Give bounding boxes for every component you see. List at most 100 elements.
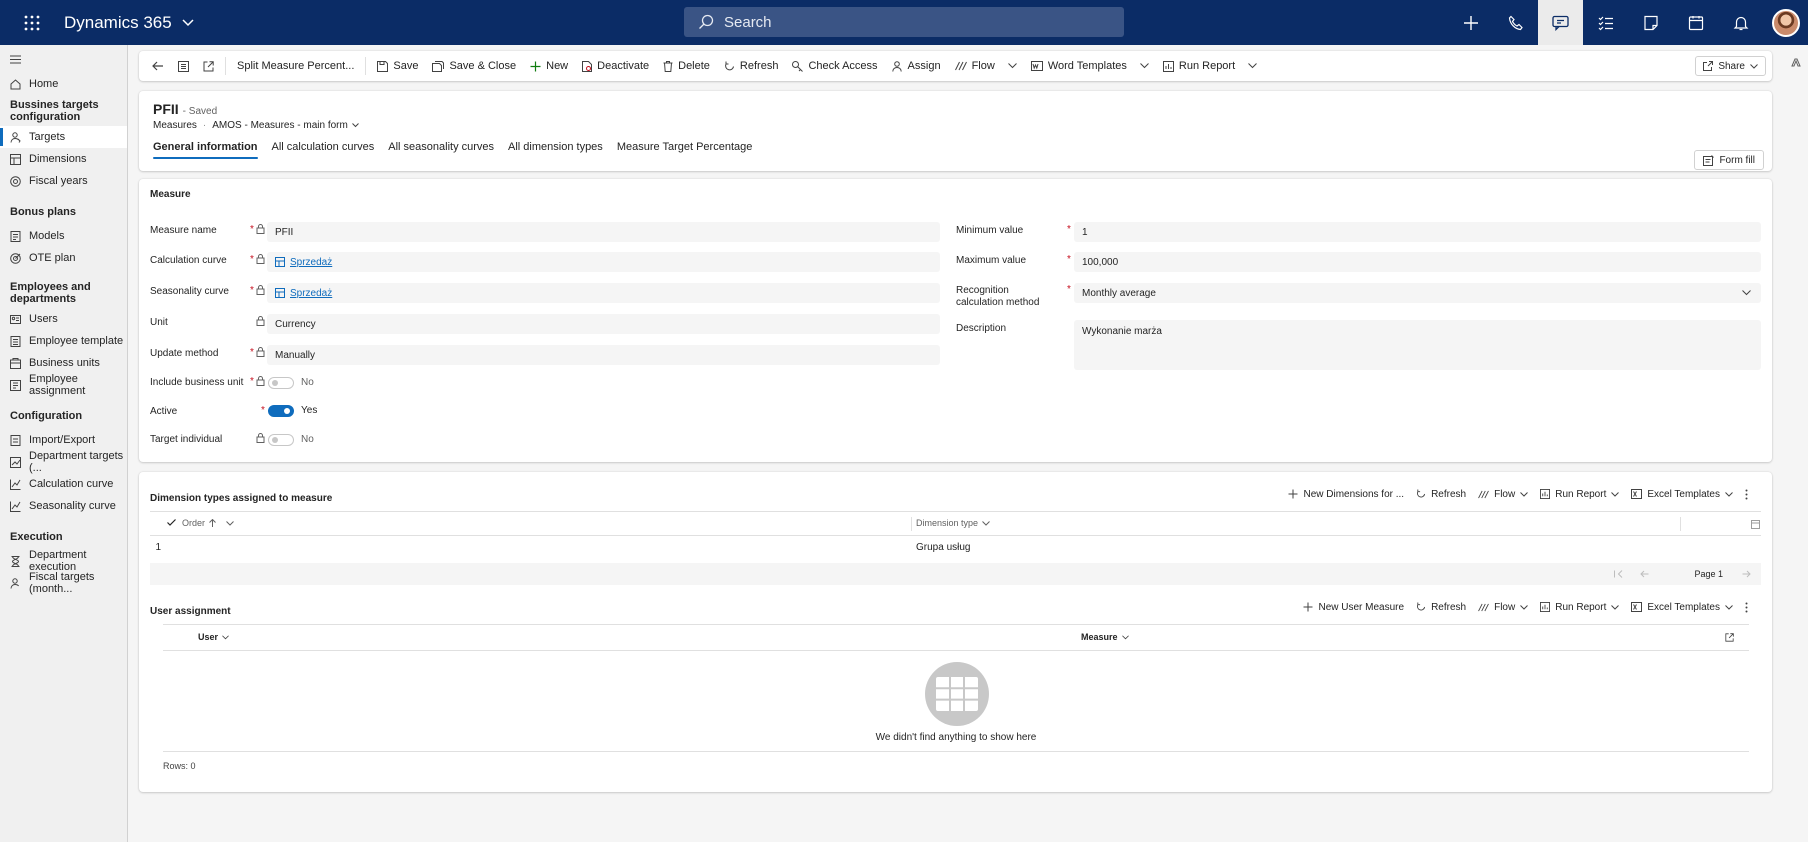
app-switcher[interactable]: Dynamics 365 — [64, 13, 194, 33]
tab-general-information[interactable]: General information — [153, 141, 258, 159]
dimension-flow-button[interactable]: Flow — [1472, 484, 1534, 504]
copilot-button[interactable] — [1790, 57, 1802, 69]
column-header-user[interactable]: User — [198, 632, 229, 642]
sidebar-item-import-export[interactable]: Import/Export — [0, 429, 127, 451]
assign-button[interactable]: Assign — [885, 51, 948, 81]
sidebar-item-home[interactable]: Home — [0, 73, 127, 95]
tab-all-dimension-types[interactable]: All dimension types — [508, 141, 603, 159]
column-header-measure[interactable]: Measure — [1081, 632, 1129, 642]
seasonality-curve-link[interactable]: Sprzedaż — [275, 288, 332, 299]
row-dimension-type-value[interactable]: Grupa usług — [916, 542, 970, 553]
description-field[interactable]: Wykonanie marża — [1074, 320, 1761, 370]
sidebar-item-fiscal-years[interactable]: Fiscal years — [0, 170, 127, 192]
dimension-run-report-button[interactable]: Run Report — [1534, 484, 1625, 504]
share-button[interactable]: Share — [1695, 56, 1766, 76]
new-dimension-button[interactable]: New Dimensions for ... — [1282, 484, 1410, 504]
calendar-button[interactable] — [1673, 0, 1718, 45]
include-business-unit-toggle[interactable] — [268, 377, 294, 389]
new-button[interactable]: New — [523, 51, 575, 81]
save-button[interactable]: Save — [370, 51, 425, 81]
tab-measure-target-percentage[interactable]: Measure Target Percentage — [617, 141, 753, 159]
sidebar-item-calculation-curve[interactable]: Calculation curve — [0, 473, 127, 495]
recognition-method-select[interactable]: Monthly average — [1074, 283, 1761, 303]
site-map-toggle[interactable] — [0, 45, 127, 73]
column-header-dimension-type[interactable]: Dimension type — [916, 518, 990, 528]
subgrids-section: Dimension types assigned to measure New … — [139, 472, 1772, 792]
user-flow-button[interactable]: Flow — [1472, 597, 1534, 617]
maximum-value-field[interactable]: 100,000 — [1074, 252, 1761, 272]
calculation-curve-link[interactable]: Sprzedaż — [275, 257, 332, 268]
column-settings-icon[interactable] — [1751, 520, 1760, 529]
refresh-button[interactable]: Refresh — [717, 51, 786, 81]
first-page-icon[interactable] — [1614, 570, 1623, 578]
column-header-order[interactable]: Order — [182, 518, 234, 528]
save-close-button[interactable]: Save & Close — [425, 51, 523, 81]
check-access-button[interactable]: Check Access — [785, 51, 884, 81]
chat-button[interactable] — [1538, 0, 1583, 45]
app-launcher-button[interactable] — [0, 0, 64, 45]
sidebar-item-targets[interactable]: Targets — [0, 126, 127, 148]
dimension-excel-templates-button[interactable]: Excel Templates — [1625, 484, 1739, 504]
sidebar-item-models[interactable]: Models — [0, 225, 127, 247]
sidebar-item-business-units[interactable]: Business units — [0, 352, 127, 374]
new-button[interactable] — [1448, 0, 1493, 45]
user-refresh-button[interactable]: Refresh — [1410, 597, 1472, 617]
form-fill-button[interactable]: Form fill — [1694, 150, 1764, 170]
split-measure-button[interactable]: Split Measure Percent... — [230, 51, 361, 81]
open-new-window-button[interactable] — [196, 51, 221, 81]
search-input[interactable]: Search — [684, 7, 1124, 37]
form-selector[interactable]: AMOS - Measures - main form — [212, 120, 359, 131]
open-external-icon[interactable] — [1725, 633, 1734, 642]
unit-field[interactable]: Currency — [267, 314, 940, 334]
calculation-curve-field[interactable]: Sprzedaż — [267, 252, 940, 272]
user-avatar[interactable] — [1763, 0, 1808, 45]
phone-button[interactable] — [1493, 0, 1538, 45]
sidebar-item-department-targets[interactable]: Department targets (... — [0, 450, 127, 474]
delete-button[interactable]: Delete — [656, 51, 717, 81]
sidebar-item-employee-template[interactable]: Employee template — [0, 330, 127, 352]
check-access-label: Check Access — [808, 60, 878, 72]
back-button[interactable] — [145, 51, 171, 81]
chart-doc-icon — [10, 456, 21, 468]
target-individual-toggle[interactable] — [268, 434, 294, 446]
tab-all-seasonality-curves[interactable]: All seasonality curves — [388, 141, 494, 159]
measure-name-label: Measure name — [150, 225, 217, 236]
word-templates-label: Word Templates — [1047, 60, 1127, 72]
sidebar-item-dimensions[interactable]: Dimensions — [0, 148, 127, 170]
sidebar-item-fiscal-targets[interactable]: Fiscal targets (month... — [0, 571, 127, 595]
user-run-report-button[interactable]: Run Report — [1534, 597, 1625, 617]
next-page-icon[interactable] — [1742, 570, 1751, 578]
table-row[interactable]: 1 Grupa usług — [150, 536, 1761, 558]
active-toggle[interactable] — [268, 405, 294, 417]
dimension-more-button[interactable] — [1739, 484, 1754, 504]
measure-name-field[interactable]: PFII — [267, 222, 940, 242]
chevron-down-icon — [222, 634, 229, 639]
run-report-button[interactable]: Run Report — [1156, 51, 1264, 81]
user-excel-templates-button[interactable]: Excel Templates — [1625, 597, 1739, 617]
seasonality-curve-field[interactable]: Sprzedaż — [267, 283, 940, 303]
deactivate-button[interactable]: Deactivate — [575, 51, 656, 81]
select-all-checkbox[interactable] — [167, 519, 176, 526]
sidebar-item-seasonality-curve[interactable]: Seasonality curve — [0, 495, 127, 517]
user-more-button[interactable] — [1739, 597, 1754, 617]
notifications-button[interactable] — [1718, 0, 1763, 45]
grid-icon — [936, 677, 978, 711]
notes-button[interactable] — [1628, 0, 1673, 45]
word-templates-button[interactable]: Word Templates — [1024, 51, 1156, 81]
dimension-refresh-button[interactable]: Refresh — [1410, 484, 1472, 504]
update-method-value: Manually — [275, 349, 316, 361]
previous-page-icon[interactable] — [1640, 570, 1649, 578]
tab-all-calculation-curves[interactable]: All calculation curves — [272, 141, 375, 159]
tasks-button[interactable] — [1583, 0, 1628, 45]
minimum-value-field[interactable]: 1 — [1074, 222, 1761, 242]
sidebar-item-department-execution[interactable]: Department execution — [0, 549, 127, 573]
sidebar-item-employee-assignment[interactable]: Employee assignment — [0, 373, 127, 397]
sidebar-item-users[interactable]: Users — [0, 308, 127, 330]
update-method-field[interactable]: Manually — [267, 345, 940, 365]
record-set-button[interactable] — [171, 51, 196, 81]
sidebar-item-ote-plan[interactable]: OTE plan — [0, 247, 127, 269]
flow-button[interactable]: Flow — [948, 51, 1024, 81]
person-icon — [891, 60, 902, 72]
new-user-measure-button[interactable]: New User Measure — [1297, 597, 1410, 617]
refresh-icon — [724, 61, 734, 70]
